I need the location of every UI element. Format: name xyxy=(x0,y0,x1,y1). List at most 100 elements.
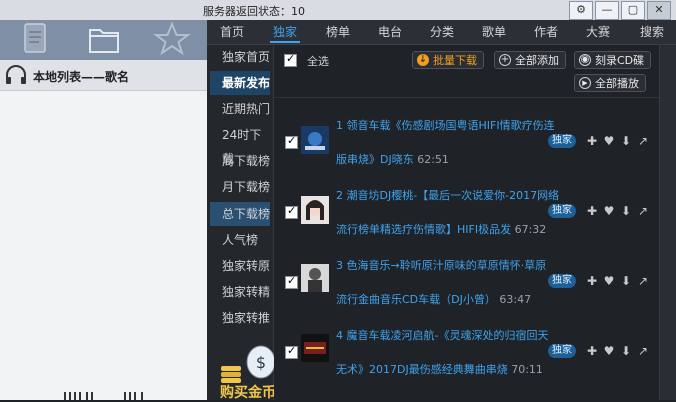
song-checkbox[interactable] xyxy=(285,274,298,289)
active-tab-indicator xyxy=(270,41,300,43)
song-number: 4 xyxy=(336,329,343,342)
song-title-text-cont: 版串烧》DJ晓东 xyxy=(336,153,414,166)
maximize-button[interactable]: ▢ xyxy=(621,1,645,20)
vertical-scrollbar[interactable] xyxy=(659,45,676,400)
headphones-icon xyxy=(6,65,26,84)
download-icon[interactable]: ⬇ xyxy=(620,345,632,357)
add-icon[interactable]: ✚ xyxy=(586,275,598,287)
burn-cd-button[interactable]: ◉ 刻录CD碟 xyxy=(574,51,652,69)
song-number: 2 xyxy=(336,189,343,202)
subnav-monthly-downloads[interactable]: 月下载榜 xyxy=(210,175,270,199)
select-all-checkbox[interactable] xyxy=(284,52,297,67)
cd-icon: ◉ xyxy=(579,54,591,66)
tab-playlists[interactable]: 歌单 xyxy=(476,20,512,44)
song-title-line2[interactable]: 无术》2017DJ最伤感经典舞曲串烧 70:11 xyxy=(336,361,543,377)
subnav-24h-downloads[interactable]: 24时下载 xyxy=(210,123,270,166)
burn-cd-label: 刻录CD碟 xyxy=(595,54,645,67)
share-icon[interactable]: ↗ xyxy=(637,205,649,217)
song-title-line1[interactable]: 1 领音车载《伤感剧场国粤语HIFI情歌疗伤连 xyxy=(336,117,555,133)
toolbar-divider xyxy=(274,97,659,98)
song-checkbox[interactable] xyxy=(285,344,298,359)
heart-icon[interactable]: ♥ xyxy=(603,275,615,287)
folder-icon[interactable] xyxy=(84,20,124,60)
piano-keys-decoration xyxy=(0,392,207,400)
heart-icon[interactable]: ♥ xyxy=(603,205,615,217)
add-icon[interactable]: ✚ xyxy=(586,345,598,357)
song-title-line2[interactable]: 流行榜单精选疗伤情歌】HIFI极品发 67:32 xyxy=(336,221,546,237)
song-title-text-cont: 流行榜单精选疗伤情歌】HIFI极品发 xyxy=(336,223,512,236)
song-duration: 62:51 xyxy=(417,153,449,166)
tab-categories[interactable]: 分类 xyxy=(424,20,460,44)
batch-download-label: 批量下载 xyxy=(433,54,477,67)
play-all-button[interactable]: ▶ 全部播放 xyxy=(574,74,646,92)
add-icon[interactable]: ✚ xyxy=(586,135,598,147)
song-checkbox[interactable] xyxy=(285,204,298,219)
exclusive-badge: 独家 xyxy=(548,204,576,218)
tab-radio[interactable]: 电台 xyxy=(372,20,408,44)
add-all-button[interactable]: + 全部添加 xyxy=(494,51,566,69)
subnav-latest-release[interactable]: 最新发布 xyxy=(210,71,270,95)
tab-home[interactable]: 首页 xyxy=(214,20,250,44)
subnav-total-downloads[interactable]: 总下载榜 xyxy=(210,202,270,226)
song-number: 1 xyxy=(336,119,343,132)
plus-circle-icon: + xyxy=(499,54,511,66)
play-icon: ▶ xyxy=(579,77,591,89)
song-title-text-cont: 流行金曲音乐CD车载（DJ小曾） xyxy=(336,293,496,306)
song-duration: 63:47 xyxy=(499,293,532,306)
song-thumbnail[interactable] xyxy=(301,334,329,362)
batch-download-button[interactable]: ↓ 批量下载 xyxy=(412,51,484,69)
minimize-button[interactable]: — xyxy=(595,1,619,20)
heart-icon[interactable]: ♥ xyxy=(603,135,615,147)
share-icon[interactable]: ↗ xyxy=(637,135,649,147)
song-title-text: 魔音车载凌河启航-《灵魂深处的归宿回天 xyxy=(346,329,549,342)
song-title-line1[interactable]: 3 色海音乐→聆听原汁原味的草原情怀·草原 xyxy=(336,257,546,273)
subnav-recent-hot[interactable]: 近期热门 xyxy=(210,97,270,121)
close-button[interactable]: ✕ xyxy=(647,1,671,20)
tab-charts[interactable]: 榜单 xyxy=(320,20,356,44)
tab-search[interactable]: 搜索 xyxy=(634,20,670,44)
add-all-label: 全部添加 xyxy=(515,54,559,67)
select-all-label: 全选 xyxy=(307,55,329,68)
subnav-exclusive-to-featured[interactable]: 独家转精 xyxy=(210,280,270,304)
song-title-line2[interactable]: 流行金曲音乐CD车载（DJ小曾） 63:47 xyxy=(336,291,531,307)
favorite-star-icon[interactable] xyxy=(152,20,192,60)
exclusive-badge: 独家 xyxy=(548,134,576,148)
settings-icon[interactable]: ⚙ xyxy=(569,1,593,20)
song-title-line1[interactable]: 4 魔音车载凌河启航-《灵魂深处的归宿回天 xyxy=(336,327,548,343)
song-thumbnail[interactable] xyxy=(301,196,329,224)
subnav-exclusive-home[interactable]: 独家首页 xyxy=(210,45,270,69)
download-icon[interactable]: ⬇ xyxy=(620,205,632,217)
buy-coins-link[interactable]: 购买金币 xyxy=(220,382,276,402)
tab-contest[interactable]: 大赛 xyxy=(580,20,616,44)
exclusive-badge: 独家 xyxy=(548,274,576,288)
song-title-line2[interactable]: 版串烧》DJ晓东 62:51 xyxy=(336,151,449,167)
song-thumbnail[interactable] xyxy=(301,264,329,292)
song-duration: 67:32 xyxy=(514,223,547,236)
subnav-exclusive-to-original[interactable]: 独家转原 xyxy=(210,254,270,278)
share-icon[interactable]: ↗ xyxy=(637,345,649,357)
exclusive-badge: 独家 xyxy=(548,344,576,358)
song-title-text: 潮音坊DJ樱桃-【最后一次说爱你-2017网络 xyxy=(346,189,560,202)
download-icon: ↓ xyxy=(417,54,429,66)
song-checkbox[interactable] xyxy=(285,134,298,149)
song-duration: 70:11 xyxy=(511,363,543,376)
heart-icon[interactable]: ♥ xyxy=(603,345,615,357)
song-title-text: 色海音乐→聆听原汁原味的草原情怀·草原 xyxy=(346,259,547,272)
subnav-popularity[interactable]: 人气榜 xyxy=(210,228,270,252)
server-status-text: 服务器返回状态：10 xyxy=(203,5,305,18)
subnav-weekly-downloads[interactable]: 周下载榜 xyxy=(210,149,270,173)
share-icon[interactable]: ↗ xyxy=(637,275,649,287)
add-icon[interactable]: ✚ xyxy=(586,205,598,217)
download-icon[interactable]: ⬇ xyxy=(620,135,632,147)
local-list-label: 本地列表——歌名 xyxy=(33,70,130,84)
document-icon[interactable] xyxy=(15,20,55,60)
tab-authors[interactable]: 作者 xyxy=(528,20,564,44)
song-title-line1[interactable]: 2 潮音坊DJ樱桃-【最后一次说爱你-2017网络 xyxy=(336,187,559,203)
svg-text:$: $ xyxy=(256,353,266,372)
subnav-exclusive-to-recommended[interactable]: 独家转推 xyxy=(210,306,270,330)
song-title-text: 领音车载《伤感剧场国粤语HIFI情歌疗伤连 xyxy=(346,119,555,132)
download-icon[interactable]: ⬇ xyxy=(620,275,632,287)
play-all-label: 全部播放 xyxy=(595,77,639,90)
song-thumbnail[interactable] xyxy=(301,126,329,154)
song-number: 3 xyxy=(336,259,343,272)
